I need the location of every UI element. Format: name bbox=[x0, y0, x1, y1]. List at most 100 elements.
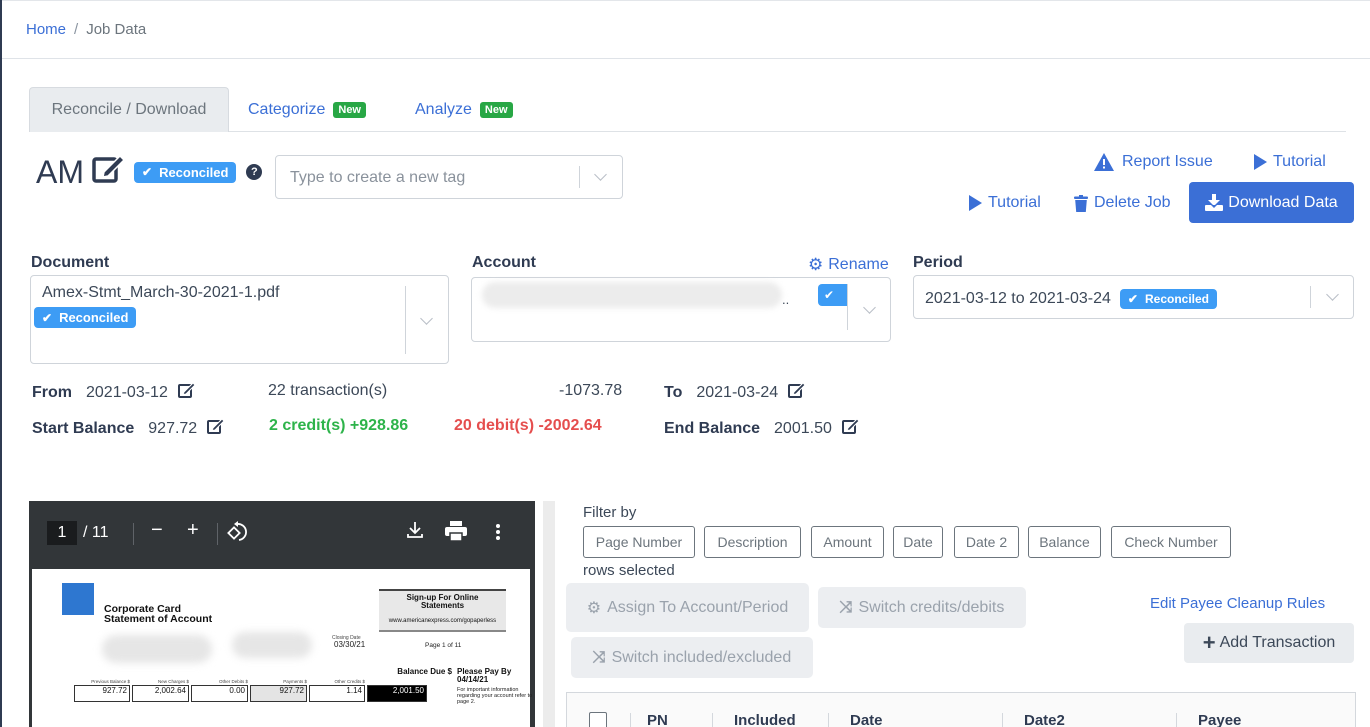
tutorial-label: Tutorial bbox=[1273, 153, 1326, 170]
debits-summary: 20 debit(s) -2002.64 bbox=[454, 417, 602, 434]
switch-included-excluded-button[interactable]: ⤨ Switch included/excluded bbox=[571, 637, 813, 678]
switch-credits-debits-button[interactable]: ⤨ Switch credits/debits bbox=[818, 587, 1026, 628]
check-icon: ✔ bbox=[42, 310, 53, 325]
summary-label: New Charges $ bbox=[157, 679, 189, 684]
pdf-toolbar: 1 / 11 − + bbox=[29, 501, 535, 567]
from-label: From bbox=[32, 383, 72, 401]
column-header-payee[interactable]: Payee bbox=[1198, 712, 1241, 727]
delete-job-link[interactable]: Delete Job bbox=[1074, 194, 1171, 212]
end-balance-label: End Balance bbox=[664, 419, 761, 437]
tutorial-label: Tutorial bbox=[988, 194, 1041, 211]
edit-icon[interactable] bbox=[177, 382, 196, 403]
chevron-down-icon[interactable] bbox=[594, 168, 607, 181]
to-label: To bbox=[664, 383, 683, 401]
edit-icon[interactable] bbox=[841, 418, 860, 439]
report-issue-link[interactable]: Report Issue bbox=[1094, 153, 1213, 171]
tab-label: Categorize bbox=[248, 100, 326, 118]
column-header-date2[interactable]: Date2 bbox=[1024, 712, 1065, 727]
filter-chip-amount[interactable]: Amount bbox=[811, 526, 884, 558]
breadcrumb-current: Job Data bbox=[86, 21, 147, 38]
summary-value: 927.72 bbox=[250, 685, 307, 702]
period-select[interactable]: 2021-03-12 to 2021-03-24 ✔ Reconciled bbox=[913, 275, 1354, 319]
column-separator bbox=[712, 713, 713, 727]
period-text: 2021-03-12 to 2021-03-24 bbox=[925, 290, 1111, 307]
play-icon bbox=[969, 195, 982, 211]
select-separator bbox=[405, 286, 406, 354]
summary-value: 0.00 bbox=[191, 685, 248, 702]
summary-value: 1.14 bbox=[309, 685, 365, 702]
filter-chip-date[interactable]: Date bbox=[893, 526, 943, 558]
add-transaction-button[interactable]: + Add Transaction bbox=[1184, 623, 1354, 663]
shuffle-icon: ⤨ bbox=[592, 648, 606, 666]
report-issue-label: Report Issue bbox=[1122, 153, 1213, 170]
download-data-button[interactable]: Download Data bbox=[1189, 182, 1354, 223]
badge-label: Reconciled bbox=[159, 164, 229, 180]
signup-url: www.americanexpress.com/gopaperless bbox=[388, 618, 497, 624]
column-header-pn[interactable]: PN bbox=[647, 712, 668, 727]
end-balance-stat: End Balance 2001.50 bbox=[664, 418, 860, 439]
download-label: Download Data bbox=[1228, 193, 1338, 211]
credits-summary: 2 credit(s) +928.86 bbox=[269, 417, 409, 434]
more-options-icon[interactable] bbox=[495, 523, 501, 547]
amex-logo bbox=[62, 583, 94, 615]
transaction-count: 22 transaction(s) bbox=[268, 382, 388, 399]
zoom-in-icon[interactable]: + bbox=[187, 519, 199, 542]
new-badge: New bbox=[333, 101, 366, 118]
filter-chip-check-number[interactable]: Check Number bbox=[1111, 526, 1231, 558]
edit-icon[interactable] bbox=[92, 152, 126, 192]
transactions-table-header: PN Included Date Date2 Payee bbox=[566, 692, 1356, 727]
rows-selected-label: rows selected bbox=[583, 562, 675, 579]
assign-account-period-button[interactable]: ⚙ Assign To Account/Period bbox=[566, 583, 809, 632]
new-badge: New bbox=[479, 101, 513, 118]
summary-label: Other Credits $ bbox=[334, 679, 365, 684]
breadcrumb-home[interactable]: Home bbox=[26, 21, 66, 38]
chevron-down-icon[interactable] bbox=[420, 312, 433, 325]
edit-icon[interactable] bbox=[788, 382, 806, 403]
print-icon[interactable] bbox=[445, 521, 467, 547]
tutorial-link[interactable]: Tutorial bbox=[969, 194, 1041, 212]
summary-label: Payments $ bbox=[283, 679, 307, 684]
filter-chip-date-2[interactable]: Date 2 bbox=[954, 526, 1019, 558]
filter-chip-balance[interactable]: Balance bbox=[1028, 526, 1101, 558]
start-balance-label: Start Balance bbox=[32, 419, 135, 437]
summary-value: 2,002.64 bbox=[132, 685, 189, 702]
filter-chip-page-number[interactable]: Page Number bbox=[583, 526, 695, 558]
filter-chip-description[interactable]: Description bbox=[704, 526, 801, 558]
tab-label: Reconcile / Download bbox=[51, 101, 207, 118]
tab-reconcile-download[interactable]: Reconcile / Download bbox=[29, 87, 229, 132]
zoom-out-icon[interactable]: − bbox=[151, 519, 163, 542]
viewer-scrollbar[interactable] bbox=[543, 501, 555, 727]
select-separator bbox=[1310, 286, 1311, 308]
tab-label: Analyze bbox=[415, 100, 472, 118]
select-separator bbox=[847, 284, 848, 330]
select-all-checkbox[interactable] bbox=[589, 712, 607, 727]
tutorial-top-link[interactable]: Tutorial bbox=[1254, 153, 1326, 171]
button-label: Add Transaction bbox=[1219, 634, 1336, 651]
tag-input[interactable]: Type to create a new tag bbox=[275, 155, 623, 199]
document-select[interactable]: Amex-Stmt_March-30-2021-1.pdf ✔ Reconcile… bbox=[30, 275, 449, 364]
trash-icon bbox=[1074, 194, 1088, 212]
account-ellipsis: .. bbox=[782, 292, 790, 307]
chevron-down-icon[interactable] bbox=[863, 301, 876, 314]
statement-heading: Corporate Card Statement of Account bbox=[104, 604, 212, 625]
period-label: Period bbox=[913, 254, 963, 271]
play-icon bbox=[1254, 154, 1267, 170]
pdf-page: Corporate Card Statement of Account Sign-… bbox=[32, 569, 532, 727]
page-number-input[interactable]: 1 bbox=[47, 521, 77, 545]
rename-link[interactable]: ⚙ Rename bbox=[808, 255, 889, 275]
column-header-included[interactable]: Included bbox=[734, 712, 796, 727]
column-header-date[interactable]: Date bbox=[850, 712, 883, 727]
button-label: Assign To Account/Period bbox=[607, 598, 789, 616]
download-icon[interactable] bbox=[406, 521, 424, 545]
tab-categorize[interactable]: Categorize New bbox=[248, 87, 366, 132]
help-icon[interactable]: ? bbox=[246, 164, 263, 180]
edit-payee-cleanup-rules-link[interactable]: Edit Payee Cleanup Rules bbox=[1150, 595, 1325, 612]
button-label: Switch included/excluded bbox=[611, 648, 792, 666]
period-value: 2021-03-12 to 2021-03-24 ✔ Reconciled bbox=[925, 289, 1218, 309]
tab-analyze[interactable]: Analyze New bbox=[415, 87, 513, 132]
rotate-icon[interactable] bbox=[227, 521, 249, 549]
tab-bar: Reconcile / Download Categorize New Analy… bbox=[29, 87, 1346, 132]
edit-icon[interactable] bbox=[207, 418, 225, 439]
chevron-down-icon[interactable] bbox=[1326, 288, 1339, 301]
account-select[interactable]: .. ✔ bbox=[471, 277, 891, 342]
